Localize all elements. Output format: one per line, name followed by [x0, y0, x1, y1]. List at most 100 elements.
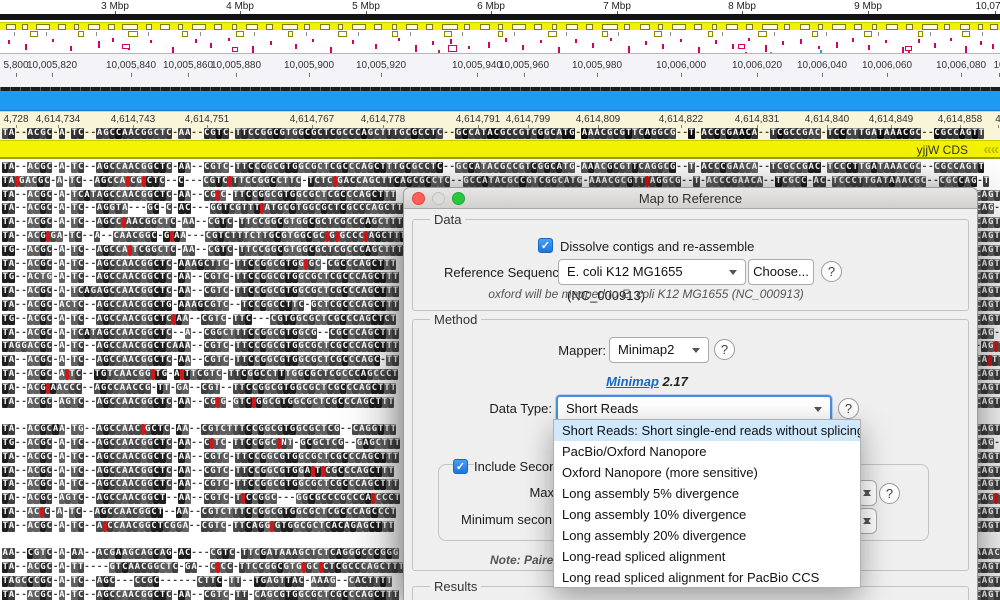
read-row-fragment[interactable]: CAGTT — [975, 369, 1000, 381]
data-type-option[interactable]: Short Reads: Short single-end reads with… — [554, 420, 860, 441]
read-row-fragment[interactable]: CAGTT — [975, 383, 1000, 395]
read-row-fragment[interactable]: CAGTT — [975, 562, 1000, 574]
read-row-fragment[interactable]: CAGTT — [975, 217, 1000, 229]
data-type-option[interactable]: Long assembly 10% divergence — [554, 504, 860, 525]
read-row[interactable]: TA--ACGC-A-TC--ACCAACGGCTCGGA--CGTC-TTCA… — [2, 521, 403, 533]
choose-button[interactable]: Choose... — [748, 259, 814, 285]
include-secondary-checkbox[interactable]: ✓ — [453, 459, 468, 474]
read-row[interactable]: TA--ACGC-A-TC--AGCCAACGGCTC-AA--CGTC-TT-… — [2, 590, 403, 600]
annotation-box — [624, 24, 630, 30]
secondary-help-button[interactable]: ? — [879, 483, 900, 504]
genome-overview-track[interactable]: 3 Mbp4 Mbp5 Mbp6 Mbp7 Mbp8 Mbp9 Mbp10,07… — [0, 0, 1000, 53]
variant-mark — [592, 43, 594, 48]
variant-mark — [992, 44, 994, 49]
position-tick — [309, 73, 310, 77]
annotation-box — [746, 24, 753, 30]
read-row[interactable]: TG--ACGC-A-TC--AGCCATCGGCTC-AA--CGTC-TTC… — [2, 245, 403, 257]
read-row-fragment[interactable]: CATT — [975, 355, 1000, 367]
reference-help-button[interactable]: ? — [821, 261, 842, 282]
read-row[interactable]: TA--ACGC-A-TT----GTCAACGGCTC-GA--CCC-TTC… — [2, 562, 403, 574]
read-row[interactable]: TA--ACGC-AGTC--AGCCAACGGCTC-AA--CGG-GTCG… — [2, 397, 403, 409]
cds-annotation-band[interactable]: yjjW CDS «« — [0, 140, 1000, 159]
read-row[interactable]: TA--ACGC-A-TC--AGCCAACGGCTC-AA--CGTC-TTC… — [2, 162, 998, 174]
read-row[interactable]: TG--ACGC-A-TC--AGCCAACGGCTC-AA--CTC-TTCC… — [2, 438, 403, 450]
read-row[interactable]: TA--ACC-A-TC--AGCCAACGGCT--AA--CGTCTTTCC… — [2, 507, 403, 519]
data-type-option[interactable]: Long assembly 5% divergence — [554, 483, 860, 504]
data-type-option[interactable]: Long read spliced alignment for PacBio C… — [554, 567, 860, 588]
annotation-tick — [14, 32, 15, 36]
read-row-fragment[interactable]: CAGTT — [975, 300, 1000, 312]
stepper-down-icon[interactable] — [863, 490, 871, 499]
read-row[interactable]: TA--ACGAACCC--AGCCAACCG-TT-GA--CGT--TTCC… — [2, 383, 403, 395]
mapper-select[interactable]: Minimap2 — [609, 337, 709, 363]
read-row-fragment[interactable]: CAGTT — [975, 424, 1000, 436]
read-row[interactable]: TAGACGC-A-TC--AGCCACGCTC--C---CGTCTTCCGG… — [2, 176, 998, 188]
stepper-down-icon[interactable] — [863, 518, 871, 527]
data-type-option[interactable]: PacBio/Oxford Nanopore — [554, 441, 860, 462]
annotation-box — [990, 24, 998, 30]
read-row-fragment[interactable]: CAGTT — [975, 576, 1000, 588]
read-row[interactable]: TG--ACTG-A-TC--AGCCAACGGCTC-AA--CGTC-TTC… — [2, 272, 403, 284]
annotation-tick — [306, 32, 307, 36]
read-row[interactable]: TA--ACGC-A-TCATAGCCAACGGCTC-AA--CGC-TTCC… — [2, 190, 403, 202]
read-row[interactable]: TA--ACGC-AGTC--AGCCAACGGCT--AA--CGTC-TCC… — [2, 493, 403, 505]
read-row-fragment[interactable]: CAGTT — [975, 521, 1000, 533]
read-row-fragment[interactable]: AAACG — [975, 548, 1000, 560]
dialog-titlebar[interactable]: Map to Reference — [404, 188, 977, 209]
read-row[interactable]: TA--ACGC-A-TC--AGCCAACGGCTC-AA--CGTC-TTC… — [2, 466, 403, 478]
read-row[interactable]: TAGGACGC-A-TC--AGCCAACGGCTCAAA--CGTC-TTC… — [2, 341, 403, 353]
data-type-option[interactable]: Oxford Nanopore (more sensitive) — [554, 462, 860, 483]
read-row-fragment[interactable]: CAGTT — [975, 452, 1000, 464]
position-label: 10,005,880 — [211, 60, 261, 71]
read-row-fragment[interactable]: CAGTT — [975, 397, 1000, 409]
read-row-fragment[interactable]: CAGTT — [975, 231, 1000, 243]
read-row[interactable]: TG--ACGC-A-TC--AGCCAACGGCTCAA--CGTC-TTC-… — [2, 314, 403, 326]
read-row-fragment[interactable]: CAGTT — [975, 286, 1000, 298]
reference-track[interactable]: 4,7284,614,7344,614,7434,614,7514,614,76… — [0, 111, 1000, 140]
read-row-fragment[interactable]: CAGT — [975, 493, 1000, 505]
read-row-fragment[interactable]: -AGT — [975, 341, 1000, 353]
minimap-link[interactable]: Minimap — [606, 374, 659, 389]
data-type-option[interactable]: Long assembly 20% divergence — [554, 525, 860, 546]
read-row-fragment[interactable]: CAGTT — [975, 466, 1000, 478]
read-row[interactable]: TA--ACGGA-TC--A--CAACGGC-GAA---CGTCTTTCT… — [2, 231, 403, 243]
read-row-fragment[interactable]: CAGTT — [975, 245, 1000, 257]
reference-sequence-select[interactable]: E. coli K12 MG1655 (NC_000913) — [558, 259, 746, 285]
read-row-fragment[interactable]: CAGTT — [975, 272, 1000, 284]
annotation-box — [304, 24, 310, 30]
read-row-fragment[interactable]: CAG-T — [975, 203, 1000, 215]
read-row-fragment[interactable]: CAGTT — [975, 259, 1000, 271]
read-row[interactable]: TAGCCCGC-A-TC--AGC---CCGC------CTTC-TT--… — [2, 576, 403, 588]
read-row[interactable]: TA--ACGC-A-TC--AGCCAACGGCTC-AA--CGTC-TTC… — [2, 217, 403, 229]
read-row[interactable]: TA--ACGC-A-TC--AGCCAACGGCTC-AA--CGTC-TTC… — [2, 452, 403, 464]
data-type-option[interactable]: Long-read spliced alignment — [554, 546, 860, 567]
dissolve-checkbox[interactable]: ✓ — [538, 238, 553, 253]
read-row[interactable]: AA--CGTC-A-AA--ACGAAGCAGCAG-AC---CGTC-TT… — [2, 548, 403, 560]
read-row-fragment[interactable]: CAGTT — [975, 507, 1000, 519]
read-row-fragment[interactable]: CAGTT — [975, 314, 1000, 326]
variant-mark — [25, 44, 27, 50]
read-row[interactable]: TA--ACGC-A-TCATAGCCAACGGCTC--A--CGGCTTTC… — [2, 328, 403, 340]
read-row[interactable]: TA--ACGC-A-TCAGAGCCAACGGCTC-AA--CGTC-TTC… — [2, 286, 403, 298]
data-type-select[interactable]: Short Reads — [556, 395, 832, 422]
read-row-fragment[interactable]: CAG-T — [975, 438, 1000, 450]
position-ruler[interactable]: 5,80010,005,82010,005,84010,005,86010,00… — [0, 53, 1000, 91]
read-row-fragment[interactable]: CAGTT — [975, 479, 1000, 491]
position-label: 10,006,040 — [797, 60, 847, 71]
position-tick — [887, 73, 888, 77]
read-row[interactable]: TA--ACGCAA-TG--AGCCAACGCTC-AA--CGTCTTTCC… — [2, 424, 403, 436]
read-row[interactable]: TA--ACGC-ACTC--AGCCAACGGCTG-AAAGCGTC--TC… — [2, 300, 403, 312]
read-row[interactable]: TA--ACGC-A-TC--AGCCAACGGCTC-AAAGCTTC-TTC… — [2, 259, 403, 271]
read-row[interactable]: TA--ACGC-ATC--TGTCAACGGTG-ATTCGTC-TTCGGC… — [2, 369, 403, 381]
read-row-fragment[interactable]: CAGTT — [975, 190, 1000, 202]
data-type-help-button[interactable]: ? — [838, 398, 859, 419]
annotation-box — [640, 24, 650, 30]
read-row[interactable]: TA--ACGC-A-TC--AGCCAACGGCTC-AA--CGTC-TTC… — [2, 479, 403, 491]
read-row-fragment[interactable]: CAGTT — [975, 590, 1000, 600]
read-row[interactable]: TA--ACGC-A-TC--AGGTA---GC-C-AC---GGTCGTT… — [2, 203, 403, 215]
mapper-help-button[interactable]: ? — [714, 339, 735, 360]
reference-sequence[interactable]: TA--ACGC-A-TC--AGCCAACGGCTC-AA--CGTC-TTC… — [2, 128, 998, 140]
position-label: 10,005,940 — [452, 60, 502, 71]
read-row[interactable]: TA--ACGC-A-TC--AGCCAACGGCTC-AA--CGTC-TTC… — [2, 355, 403, 367]
read-row-fragment[interactable]: CAG-T — [975, 328, 1000, 340]
